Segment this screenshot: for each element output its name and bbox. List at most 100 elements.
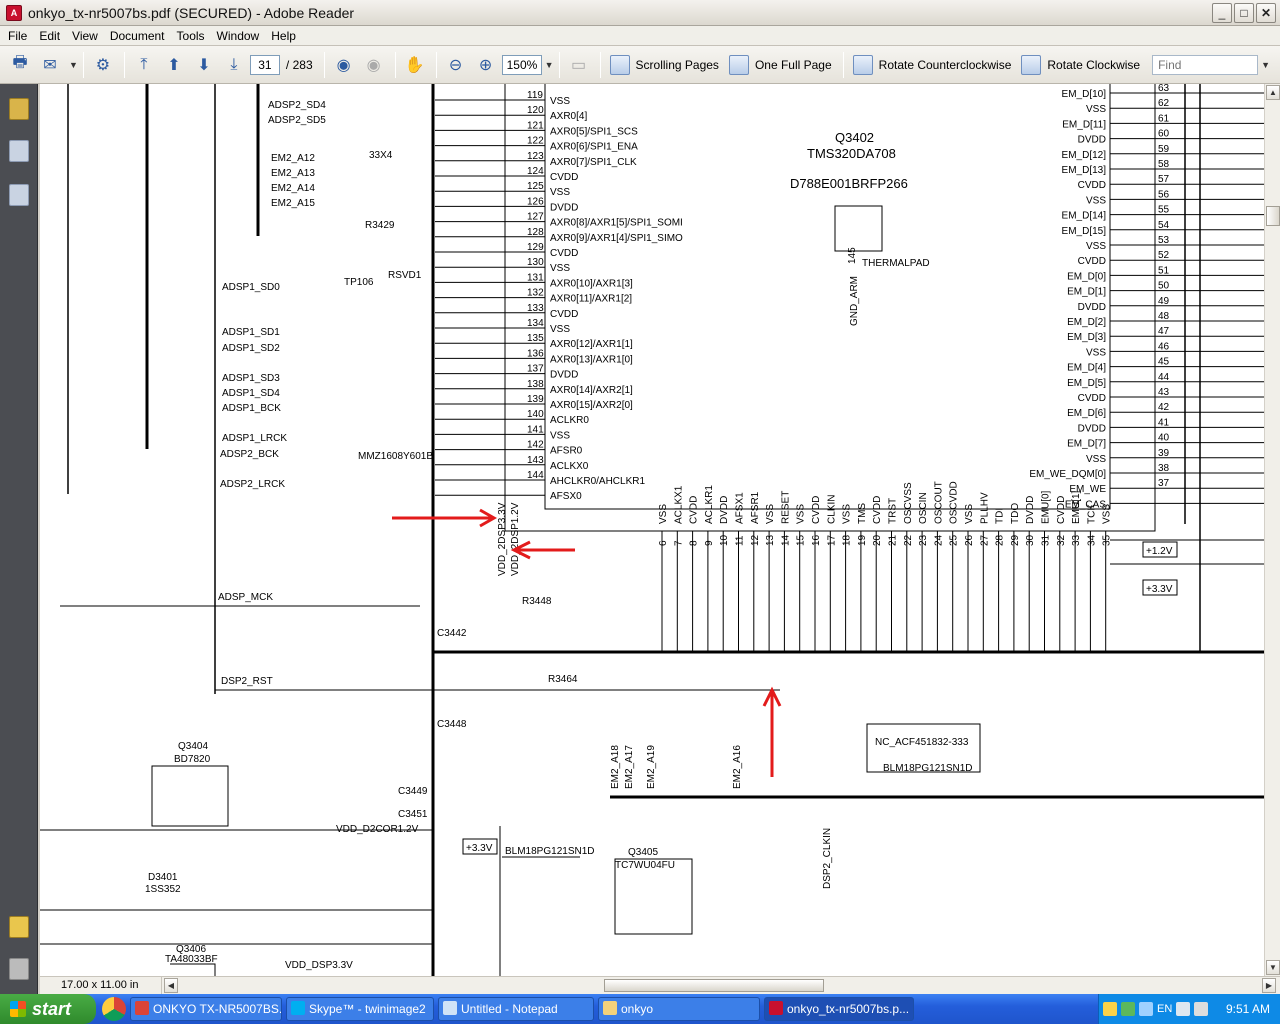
close-button[interactable]: ✕ — [1256, 3, 1276, 23]
l3404-part: NC_ACF451832-333 — [875, 737, 969, 748]
toolbar-separator — [599, 51, 601, 78]
pin-name: EMU[1] — [1071, 490, 1082, 524]
red-arrow-3 — [762, 686, 782, 777]
zoom-input[interactable] — [501, 54, 542, 75]
menu-help[interactable]: Help — [265, 29, 302, 43]
collaborate-icon[interactable]: ⚙ — [89, 51, 117, 79]
thermal-label: THERMALPAD — [862, 258, 930, 269]
tray-icon[interactable] — [1121, 1002, 1135, 1016]
task-notepad[interactable]: Untitled - Notepad — [438, 997, 594, 1021]
scroll-left-icon[interactable]: ◀ — [164, 978, 178, 993]
pin-number: 35 — [1102, 534, 1113, 546]
pin-number: 128 — [527, 227, 544, 238]
pin-name: AFSX0 — [550, 491, 582, 502]
menu-edit[interactable]: Edit — [33, 29, 66, 43]
tray-icon[interactable] — [1176, 1002, 1191, 1016]
scroll-down-icon[interactable]: ▼ — [1266, 960, 1280, 975]
pin-number: 8 — [689, 540, 700, 546]
r3464-label: R3464 — [548, 674, 578, 685]
find-input[interactable] — [1152, 54, 1259, 75]
maximize-button[interactable]: □ — [1234, 3, 1254, 23]
pin-number: 122 — [527, 136, 544, 147]
toolbar-separator — [394, 51, 396, 78]
share-icon[interactable]: ✉ — [36, 51, 64, 79]
pin-name: EM_D[1] — [1067, 287, 1106, 298]
zoom-out-icon[interactable]: ⊖ — [442, 51, 470, 79]
c3449-label: C3449 — [398, 786, 428, 797]
pin-number: 39 — [1158, 448, 1170, 459]
zoom-in-icon[interactable]: ⊕ — [472, 51, 500, 79]
pin-name: AXR0[8]/AXR1[5]/SPI1_SOMI — [550, 218, 683, 229]
menu-view[interactable]: View — [66, 29, 104, 43]
menu-window[interactable]: Window — [211, 29, 266, 43]
rotate-ccw-button[interactable]: Rotate Counterclockwise — [849, 51, 1016, 79]
notepad-icon — [443, 1001, 457, 1015]
page-number-input[interactable] — [249, 54, 280, 75]
find-dropdown-icon[interactable]: ▼ — [1261, 60, 1270, 70]
bookmarks-icon[interactable] — [9, 184, 29, 206]
zoom-dropdown-icon[interactable]: ▼ — [545, 60, 554, 70]
horizontal-scroll-thumb[interactable] — [604, 979, 824, 992]
previous-page-icon[interactable]: ⬆ — [160, 51, 188, 79]
pin-name: AXR0[9]/AXR1[4]/SPI1_SIMO — [550, 233, 683, 244]
vdd-dsp33-label: VDD_DSP3.3V — [285, 960, 353, 971]
comments-icon[interactable] — [9, 916, 29, 938]
print-icon[interactable]: 🖶 — [6, 51, 34, 79]
chevron-down-icon[interactable]: ▼ — [69, 60, 78, 70]
toolbar-separator — [842, 51, 844, 78]
one-full-page-button[interactable]: One Full Page — [725, 51, 836, 79]
pin-name: CVDD — [1078, 256, 1106, 267]
volume-icon[interactable] — [1194, 1002, 1209, 1016]
scroll-thumb[interactable] — [1266, 206, 1280, 226]
pin-name: CVDD — [1078, 180, 1106, 191]
pin-number: 33 — [1071, 534, 1082, 546]
attachments-icon[interactable] — [9, 958, 29, 980]
chrome-quicklaunch-icon[interactable] — [102, 997, 126, 1021]
q3404-body — [151, 765, 229, 827]
task-folder[interactable]: onkyo — [598, 997, 760, 1021]
tray-icon[interactable] — [1103, 1002, 1117, 1016]
pin-number: 11 — [735, 535, 746, 546]
scroll-up-icon[interactable]: ▲ — [1266, 85, 1280, 100]
pin-name: EM_D[4] — [1067, 363, 1106, 374]
menu-document[interactable]: Document — [104, 29, 171, 43]
em2-a18-label: EM2_A18 — [610, 745, 621, 789]
start-button[interactable]: start — [0, 994, 96, 1024]
menu-file[interactable]: File — [2, 29, 33, 43]
hand-tool-icon[interactable]: ✋ — [401, 51, 429, 79]
pin-number: 53 — [1158, 235, 1170, 246]
document-view[interactable]: 119 VSS 120 AXR0[4] 121 AXR0[5]/SPI1_SCS 122 AX… — [40, 84, 1264, 976]
last-page-icon[interactable]: ⤓ — [220, 51, 248, 79]
net-label: EM2_A12 — [271, 153, 315, 164]
pages-icon[interactable] — [9, 140, 29, 162]
task-adobe-reader[interactable]: onkyo_tx-nr5007bs.p... — [764, 997, 914, 1021]
system-tray: EN 9:51 AM — [1098, 994, 1280, 1024]
pin-name: OSCOUT — [933, 481, 944, 524]
rotate-cw-button[interactable]: Rotate Clockwise — [1017, 51, 1144, 79]
pin-number: 137 — [527, 364, 544, 375]
minimize-button[interactable]: _ — [1212, 3, 1232, 23]
vertical-scrollbar[interactable]: ▲ ▼ — [1264, 84, 1280, 976]
horizontal-scrollbar[interactable]: ◀ ▶ — [164, 978, 1278, 993]
net-label: ADSP1_SD3 — [222, 373, 280, 384]
snapshot-icon: ▭ — [570, 56, 587, 74]
tray-icon[interactable] — [1139, 1002, 1153, 1016]
back-icon[interactable]: ◉ — [330, 51, 358, 79]
pin-number: 129 — [527, 242, 544, 253]
net-label: EM2_A14 — [271, 183, 315, 194]
pin-name: DVDD — [1078, 302, 1106, 313]
pin-name: CVDD — [1056, 496, 1067, 524]
next-page-icon[interactable]: ⬇ — [190, 51, 218, 79]
lock-icon[interactable] — [9, 98, 29, 120]
language-indicator[interactable]: EN — [1157, 1003, 1172, 1015]
menu-tools[interactable]: Tools — [171, 29, 211, 43]
scroll-right-icon[interactable]: ▶ — [1262, 978, 1276, 993]
pin-name: CLKIN — [826, 495, 837, 524]
first-page-icon[interactable]: ⤒ — [130, 51, 158, 79]
task-chrome[interactable]: ONKYO TX-NR5007BS... — [130, 997, 282, 1021]
pin-name: EM_D[3] — [1067, 332, 1106, 343]
clock: 9:51 AM — [1225, 1002, 1270, 1016]
pin-number: 51 — [1158, 265, 1170, 276]
task-skype[interactable]: Skype™ - twinimage2 — [286, 997, 434, 1021]
scrolling-pages-button[interactable]: Scrolling Pages — [606, 51, 723, 79]
